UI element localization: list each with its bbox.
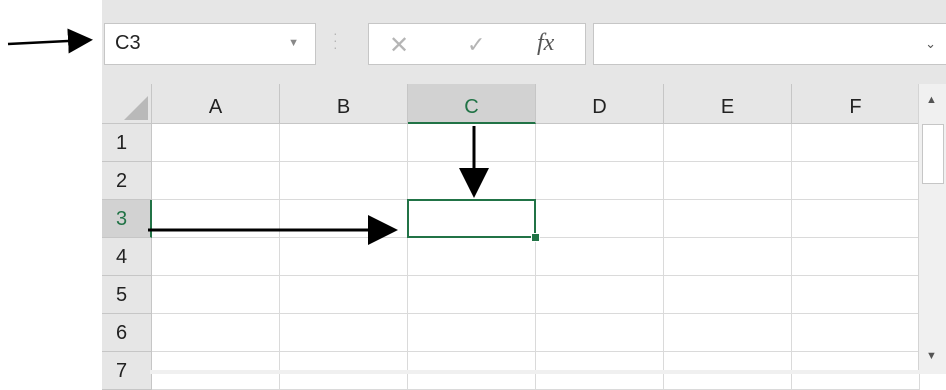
row-header-6[interactable]: 6 <box>102 314 152 352</box>
cell-d3[interactable] <box>536 200 664 238</box>
cell-f3[interactable] <box>792 200 920 238</box>
column-header-b[interactable]: B <box>280 84 408 124</box>
cell-a6[interactable] <box>152 314 280 352</box>
row-header-5[interactable]: 5 <box>102 276 152 314</box>
active-cell-border[interactable] <box>407 199 536 238</box>
cell-d1[interactable] <box>536 124 664 162</box>
cell-f1[interactable] <box>792 124 920 162</box>
cancel-icon[interactable]: ✕ <box>389 31 409 60</box>
cell-e2[interactable] <box>664 162 792 200</box>
name-box[interactable]: C3 ▼ <box>104 23 316 65</box>
enter-icon[interactable]: ✓ <box>467 32 485 58</box>
cell-d4[interactable] <box>536 238 664 276</box>
row-header-2[interactable]: 2 <box>102 162 152 200</box>
cell-a2[interactable] <box>152 162 280 200</box>
column-header-e[interactable]: E <box>664 84 792 124</box>
cell-b2[interactable] <box>280 162 408 200</box>
cell-e1[interactable] <box>664 124 792 162</box>
cell-d2[interactable] <box>536 162 664 200</box>
cell-c2[interactable] <box>408 162 536 200</box>
select-all-corner[interactable] <box>102 84 152 124</box>
insert-function-button[interactable]: fx <box>537 30 554 57</box>
cell-a3[interactable] <box>152 200 280 238</box>
cell-b6[interactable] <box>280 314 408 352</box>
column-header-d[interactable]: D <box>536 84 664 124</box>
scrollbar-thumb[interactable] <box>922 124 944 184</box>
cell-e5[interactable] <box>664 276 792 314</box>
fill-handle[interactable] <box>531 233 540 242</box>
arrow-to-name-box <box>7 28 93 54</box>
vertical-scrollbar[interactable]: ▲ ▼ <box>918 84 946 374</box>
column-header-f[interactable]: F <box>792 84 920 124</box>
name-box-dropdown-icon[interactable]: ▼ <box>288 37 299 49</box>
cell-b1[interactable] <box>280 124 408 162</box>
cell-b3[interactable] <box>280 200 408 238</box>
cell-d5[interactable] <box>536 276 664 314</box>
formula-buttons: ✕ ✓ fx <box>368 23 586 65</box>
cell-f2[interactable] <box>792 162 920 200</box>
cell-a5[interactable] <box>152 276 280 314</box>
horizontal-scrollbar-edge[interactable] <box>150 370 920 374</box>
row-header-3[interactable]: 3 <box>102 200 152 238</box>
cell-c5[interactable] <box>408 276 536 314</box>
column-header-c[interactable]: C <box>408 84 536 124</box>
cell-a1[interactable] <box>152 124 280 162</box>
cell-b4[interactable] <box>280 238 408 276</box>
name-box-value[interactable]: C3 <box>115 32 141 55</box>
cell-e6[interactable] <box>664 314 792 352</box>
row-header-4[interactable]: 4 <box>102 238 152 276</box>
cell-b5[interactable] <box>280 276 408 314</box>
expand-formula-bar-icon[interactable]: ⌄ <box>925 36 936 52</box>
select-all-triangle-icon <box>124 96 148 120</box>
cell-f4[interactable] <box>792 238 920 276</box>
column-header-a[interactable]: A <box>152 84 280 124</box>
cell-c1[interactable] <box>408 124 536 162</box>
spreadsheet-grid: ABCDEF 1234567 <box>102 84 946 390</box>
row-header-1[interactable]: 1 <box>102 124 152 162</box>
formula-input[interactable]: ⌄ <box>593 23 946 65</box>
cell-d6[interactable] <box>536 314 664 352</box>
cell-e3[interactable] <box>664 200 792 238</box>
scroll-up-icon[interactable]: ▲ <box>926 94 937 106</box>
cell-f6[interactable] <box>792 314 920 352</box>
scroll-down-icon[interactable]: ▼ <box>926 350 937 362</box>
cell-f5[interactable] <box>792 276 920 314</box>
cell-e4[interactable] <box>664 238 792 276</box>
cell-c6[interactable] <box>408 314 536 352</box>
cell-a4[interactable] <box>152 238 280 276</box>
row-header-7[interactable]: 7 <box>102 352 152 390</box>
cell-c4[interactable] <box>408 238 536 276</box>
separator-dots-icon[interactable]: · · · <box>333 26 338 56</box>
